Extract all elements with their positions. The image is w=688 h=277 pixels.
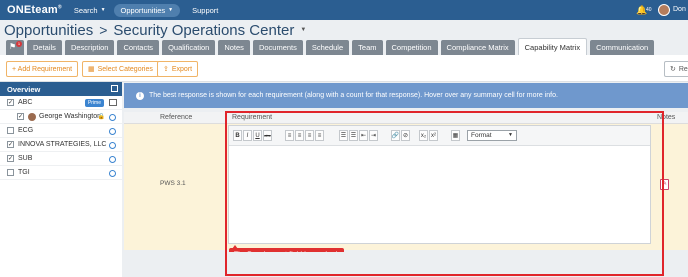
checkbox[interactable] — [7, 127, 14, 134]
grid-icon: ▦ — [88, 66, 95, 73]
tab-documents[interactable]: Documents — [252, 40, 303, 55]
column-header-reference[interactable]: Reference — [160, 114, 192, 121]
info-icon: i — [136, 91, 144, 100]
page-title: Opportunities > Security Operations Cent… — [4, 20, 306, 40]
info-banner: i The best response is shown for each re… — [124, 83, 688, 108]
toolbar: + Add Requirement ▦ Select Categories ⇪ Ex… — [0, 55, 688, 82]
status-ring-icon[interactable] — [109, 156, 116, 163]
overview-title: Overview — [7, 84, 41, 94]
list-item-ecg[interactable]: ECG — [0, 124, 122, 138]
export-button[interactable]: ⇪ Export — [157, 61, 199, 77]
prime-badge: Prime — [84, 99, 104, 107]
nav-opportunities[interactable]: Opportunities ▼ — [113, 3, 181, 17]
notification-count: 40 — [646, 7, 652, 13]
add-requirement-button[interactable]: + Add Requirement — [6, 61, 79, 77]
status-ring-icon[interactable] — [109, 170, 116, 177]
nav-search[interactable]: Search ▼ — [74, 6, 106, 15]
nav-support[interactable]: Support — [192, 6, 218, 15]
lock-icon: 🔒 — [97, 114, 105, 120]
checkbox[interactable]: ✓ — [7, 141, 14, 148]
tab-description[interactable]: Description — [64, 40, 115, 55]
tab-competition[interactable]: Competition — [385, 40, 438, 55]
checkbox[interactable]: ✓ — [7, 155, 14, 162]
breadcrumb-opportunities[interactable]: Opportunities — [4, 22, 93, 39]
user-avatar[interactable] — [658, 4, 670, 16]
chevron-down-icon: ▼ — [168, 7, 174, 13]
overview-header: Overview — [0, 82, 122, 96]
status-ring-icon[interactable] — [109, 114, 116, 121]
refresh-icon: ↻ — [670, 66, 676, 73]
avatar — [28, 112, 36, 121]
highlight-box — [225, 111, 664, 276]
checkbox[interactable]: ✓ — [7, 99, 14, 106]
org-list: ✓ ABC Prime ✓ George Washington 🔒 ECG ✓ … — [0, 96, 122, 277]
checkbox[interactable] — [7, 169, 14, 176]
status-ring-icon[interactable] — [109, 142, 116, 149]
tab-details[interactable]: Details — [27, 40, 62, 55]
select-categories-button[interactable]: ▦ Select Categories — [82, 61, 159, 77]
status-ring-icon[interactable] — [109, 128, 116, 135]
refresh-button[interactable]: ↻ Re — [664, 61, 688, 77]
breadcrumb-separator: > — [99, 22, 108, 38]
tab-notes[interactable]: Notes — [218, 40, 250, 55]
tab-communication[interactable]: Communication — [590, 40, 655, 55]
top-nav: ONEteam® Search ▼ Opportunities ▼ Support … — [0, 0, 688, 20]
grid-icon[interactable] — [109, 99, 117, 106]
chevron-down-icon[interactable]: ▼ — [300, 27, 306, 33]
tab-schedule[interactable]: Schedule — [305, 40, 350, 55]
banner-text: The best response is shown for each requ… — [149, 92, 558, 99]
tab-team[interactable]: Team — [352, 40, 383, 55]
tab-capability-matrix[interactable]: Capability Matrix — [517, 38, 588, 55]
tab-bar: ⚑ 1 Details Description Contacts Qualifi… — [0, 38, 688, 55]
list-item-sub[interactable]: ✓ SUB — [0, 152, 122, 166]
checkbox[interactable]: ✓ — [17, 113, 24, 120]
tab-flag[interactable]: ⚑ 1 — [6, 40, 24, 55]
export-icon: ⇪ — [163, 66, 169, 73]
chevron-down-icon: ▼ — [100, 7, 106, 13]
tab-compliance-matrix[interactable]: Compliance Matrix — [440, 40, 515, 55]
opportunity-name: Security Operations Center — [113, 21, 295, 39]
list-item-abc[interactable]: ✓ ABC Prime — [0, 96, 122, 110]
tab-qualification[interactable]: Qualification — [162, 40, 216, 55]
flag-badge: 1 — [16, 41, 22, 47]
list-item-innova[interactable]: ✓ INNOVA STRATEGIES, LLC — [0, 138, 122, 152]
grid-icon[interactable] — [111, 85, 118, 92]
tab-contacts[interactable]: Contacts — [117, 40, 160, 55]
list-item-george-washington[interactable]: ✓ George Washington 🔒 — [0, 110, 122, 124]
user-name[interactable]: Don — [673, 6, 686, 13]
org-list-empty-area — [0, 180, 122, 277]
list-item-tgi[interactable]: TGI — [0, 166, 122, 180]
logo[interactable]: ONEteam® — [7, 4, 62, 16]
reference-cell: PWS 3.1 — [160, 180, 186, 187]
